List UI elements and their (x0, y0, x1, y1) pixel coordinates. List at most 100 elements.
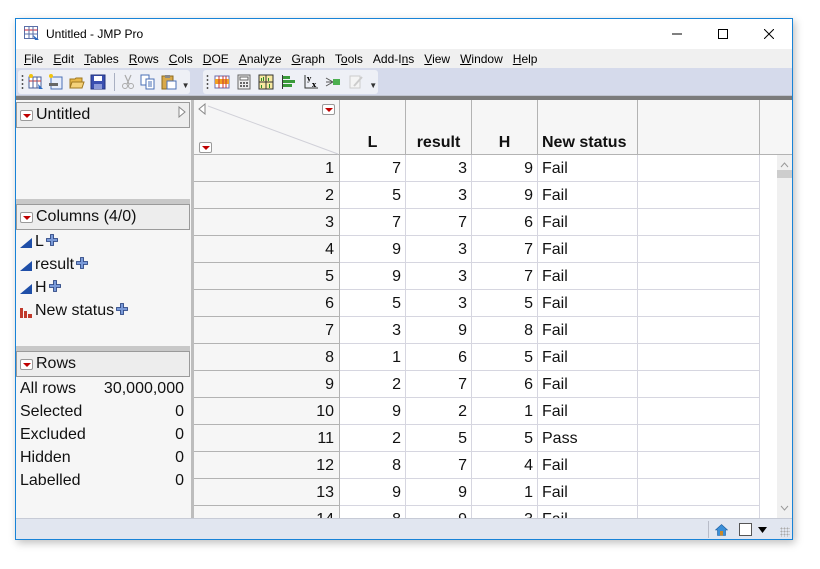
cell-empty[interactable] (638, 425, 760, 452)
graph-builder-icon[interactable] (257, 72, 276, 92)
rows-header-red-triangle[interactable] (199, 142, 212, 153)
scroll-up-icon[interactable] (780, 157, 789, 171)
menu-edit[interactable]: Edit (49, 52, 78, 66)
scroll-down-icon[interactable] (780, 500, 789, 514)
row-number[interactable]: 9 (194, 371, 340, 398)
menu-doe[interactable]: DOE (199, 52, 233, 66)
menu-add-ins[interactable]: Add-Ins (369, 52, 418, 66)
cell-empty[interactable] (638, 263, 760, 290)
cell-empty[interactable] (638, 290, 760, 317)
cell-h[interactable]: 1 (472, 479, 538, 506)
dropdown-arrow-icon[interactable] (757, 521, 767, 538)
scrollbar-thumb[interactable] (777, 170, 792, 178)
cell-new-status[interactable]: Fail (538, 290, 638, 317)
cell-empty[interactable] (638, 506, 760, 518)
row-number[interactable]: 14 (194, 506, 340, 518)
vertical-scrollbar[interactable] (777, 155, 792, 518)
column-list-item[interactable]: L (16, 230, 190, 253)
cell-new-status[interactable]: Fail (538, 155, 638, 182)
cell-empty[interactable] (638, 479, 760, 506)
cut-icon[interactable] (119, 72, 137, 92)
row-number[interactable]: 13 (194, 479, 340, 506)
cell-l[interactable]: 5 (340, 290, 406, 317)
row-number[interactable]: 1 (194, 155, 340, 182)
cell-l[interactable]: 9 (340, 398, 406, 425)
cell-h[interactable]: 1 (472, 398, 538, 425)
column-properties-plus-icon[interactable] (46, 233, 58, 251)
column-header-new-status[interactable]: New status (538, 100, 638, 155)
cell-result[interactable]: 9 (406, 317, 472, 344)
selection-box-icon[interactable] (738, 521, 752, 538)
row-number[interactable]: 12 (194, 452, 340, 479)
menu-file[interactable]: File (20, 52, 47, 66)
menu-cols[interactable]: Cols (165, 52, 197, 66)
cell-new-status[interactable]: Fail (538, 317, 638, 344)
row-number[interactable]: 7 (194, 317, 340, 344)
edit-icon[interactable] (346, 72, 365, 92)
columns-red-triangle-menu[interactable] (20, 211, 33, 223)
cell-result[interactable]: 6 (406, 344, 472, 371)
cell-new-status[interactable]: Pass (538, 425, 638, 452)
column-header-h[interactable]: H (472, 100, 538, 155)
calculator-icon[interactable] (234, 72, 253, 92)
fit-y-by-x-icon[interactable]: yx (301, 72, 320, 92)
cell-l[interactable]: 1 (340, 344, 406, 371)
cell-new-status[interactable]: Fail (538, 182, 638, 209)
row-number[interactable]: 11 (194, 425, 340, 452)
menu-window[interactable]: Window (456, 52, 507, 66)
cell-result[interactable]: 9 (406, 506, 472, 518)
cell-h[interactable]: 5 (472, 290, 538, 317)
fit-model-icon[interactable] (324, 72, 343, 92)
row-number[interactable]: 5 (194, 263, 340, 290)
cell-result[interactable]: 3 (406, 263, 472, 290)
home-icon[interactable] (714, 521, 728, 538)
cell-h[interactable]: 7 (472, 236, 538, 263)
expand-left-arrow-icon[interactable] (198, 102, 206, 118)
cell-h[interactable]: 5 (472, 425, 538, 452)
column-list-item[interactable]: New status (16, 299, 190, 322)
cell-l[interactable]: 8 (340, 506, 406, 518)
open-folder-icon[interactable] (68, 72, 86, 92)
row-number[interactable]: 10 (194, 398, 340, 425)
cell-l[interactable]: 9 (340, 479, 406, 506)
columns-header-red-triangle[interactable] (322, 104, 335, 115)
cell-new-status[interactable]: Fail (538, 209, 638, 236)
cell-h[interactable]: 7 (472, 263, 538, 290)
column-properties-plus-icon[interactable] (48, 279, 61, 297)
data-table-icon[interactable] (212, 72, 231, 92)
row-number[interactable]: 4 (194, 236, 340, 263)
cell-result[interactable]: 3 (406, 236, 472, 263)
cell-l[interactable]: 8 (340, 452, 406, 479)
cell-new-status[interactable]: Fail (538, 344, 638, 371)
cell-empty[interactable] (638, 236, 760, 263)
cell-h[interactable]: 5 (472, 344, 538, 371)
cell-h[interactable]: 6 (472, 371, 538, 398)
cell-empty[interactable] (638, 344, 760, 371)
cell-empty[interactable] (638, 398, 760, 425)
cell-l[interactable]: 3 (340, 317, 406, 344)
cell-result[interactable]: 7 (406, 209, 472, 236)
toolbar-grip[interactable] (206, 74, 209, 90)
new-script-icon[interactable] (47, 72, 65, 92)
menu-view[interactable]: View (420, 52, 454, 66)
cell-h[interactable]: 9 (472, 182, 538, 209)
cell-new-status[interactable]: Fail (538, 479, 638, 506)
row-number[interactable]: 8 (194, 344, 340, 371)
cell-empty[interactable] (638, 182, 760, 209)
cell-h[interactable]: 8 (472, 317, 538, 344)
resize-grip[interactable] (780, 527, 790, 537)
column-header-empty[interactable] (638, 100, 760, 155)
rows-red-triangle-menu[interactable] (20, 358, 33, 370)
maximize-button[interactable] (700, 19, 746, 49)
cell-new-status[interactable]: Fail (538, 236, 638, 263)
cell-l[interactable]: 9 (340, 236, 406, 263)
minimize-button[interactable] (654, 19, 700, 49)
cell-new-status[interactable]: Fail (538, 506, 638, 518)
column-properties-plus-icon[interactable] (76, 256, 89, 274)
cell-h[interactable]: 3 (472, 506, 538, 518)
cell-empty[interactable] (638, 317, 760, 344)
cell-new-status[interactable]: Fail (538, 452, 638, 479)
row-number[interactable]: 2 (194, 182, 340, 209)
distribution-icon[interactable] (279, 72, 298, 92)
close-button[interactable] (746, 19, 792, 49)
